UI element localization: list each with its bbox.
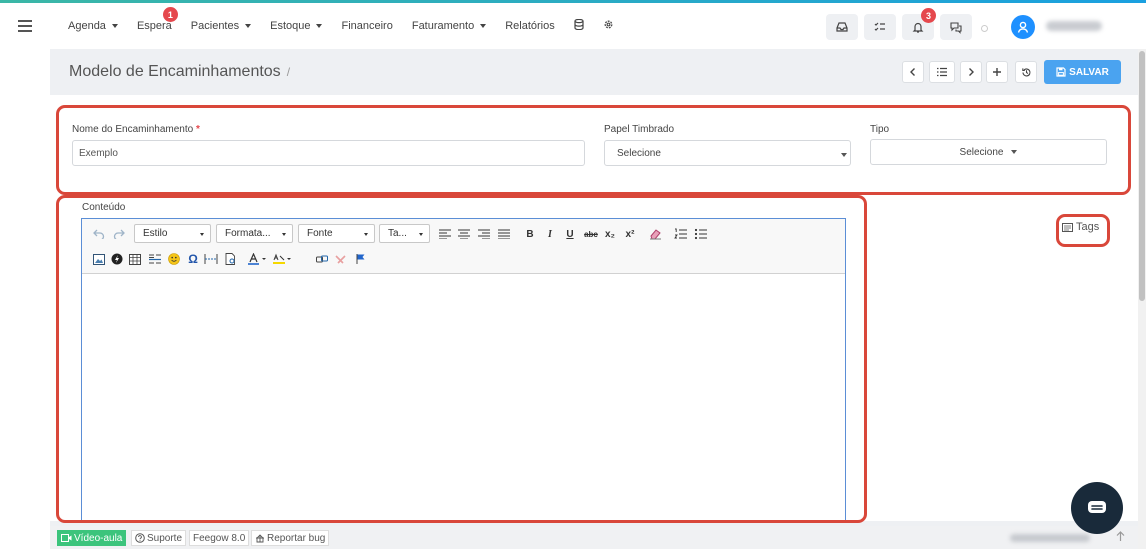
chat-message-icon	[1088, 501, 1106, 513]
menu-relatorios[interactable]: Relatórios	[505, 20, 555, 32]
floppy-disk-icon	[1056, 67, 1066, 77]
video-camera-icon	[61, 534, 72, 542]
video-tutorial-button[interactable]: Vídeo-aula	[57, 530, 127, 546]
user-name-blurred	[1046, 21, 1102, 31]
list-button[interactable]	[929, 61, 955, 83]
page-title-text: Modelo de Encaminhamentos	[69, 63, 281, 80]
main-menu: Agenda Espera 1 Pacientes Estoque Finance…	[68, 3, 633, 49]
menu-agenda-label: Agenda	[68, 20, 106, 32]
breadcrumb-separator: /	[286, 65, 291, 79]
list-icon	[937, 67, 947, 77]
bug-icon	[256, 534, 264, 543]
save-button-label: SALVAR	[1069, 66, 1109, 78]
support-button[interactable]: Suporte	[131, 530, 187, 546]
help-circle-icon	[135, 533, 145, 543]
plus-icon	[993, 68, 1001, 76]
settings-gear-icon[interactable]	[603, 19, 614, 33]
user-icon	[1017, 21, 1029, 33]
chevron-down-icon	[316, 24, 323, 29]
video-tutorial-label: Vídeo-aula	[74, 532, 123, 544]
footer-info-blurred	[1010, 534, 1090, 542]
add-button[interactable]	[986, 61, 1008, 83]
chevron-down-icon	[480, 24, 487, 29]
save-button[interactable]: SALVAR	[1044, 60, 1121, 84]
status-dot	[981, 25, 988, 32]
hamburger-menu-icon[interactable]	[18, 20, 32, 32]
highlight-content-editor	[56, 195, 867, 523]
support-label: Suporte	[147, 532, 183, 544]
left-sidebar	[0, 49, 50, 549]
bell-icon	[912, 22, 924, 33]
report-bug-button[interactable]: Reportar bug	[251, 530, 330, 546]
checklist-icon	[874, 22, 885, 31]
history-button[interactable]	[1015, 61, 1037, 83]
chevron-down-icon	[245, 24, 252, 29]
chevron-left-icon	[910, 68, 915, 76]
inbox-icon	[836, 22, 848, 32]
version-label: Feegow 8.0	[189, 530, 250, 546]
page-scrollbar[interactable]	[1138, 49, 1146, 549]
history-icon	[1021, 67, 1030, 76]
menu-pacientes-label: Pacientes	[190, 20, 240, 32]
previous-button[interactable]	[902, 61, 924, 83]
espera-count-badge: 1	[162, 7, 178, 22]
page-title: Modelo de Encaminhamentos /	[69, 63, 290, 81]
chat-button[interactable]	[940, 14, 972, 40]
menu-espera[interactable]: Espera 1	[136, 7, 178, 32]
menu-financeiro[interactable]: Financeiro	[341, 20, 392, 32]
menu-pacientes[interactable]: Pacientes	[190, 20, 252, 32]
chat-bubbles-icon	[950, 22, 962, 34]
menu-estoque[interactable]: Estoque	[270, 20, 323, 32]
chevron-right-icon	[969, 68, 974, 76]
highlight-tags-button	[1056, 214, 1110, 247]
tasks-button[interactable]	[864, 14, 896, 40]
inbox-button[interactable]	[826, 14, 858, 40]
top-navbar: Agenda Espera 1 Pacientes Estoque Finance…	[0, 3, 1146, 49]
menu-faturamento[interactable]: Faturamento	[411, 20, 487, 32]
menu-relatorios-label: Relatórios	[505, 20, 555, 32]
highlight-form-fields	[56, 105, 1131, 195]
database-icon[interactable]	[574, 18, 584, 33]
chat-widget-button[interactable]	[1071, 482, 1123, 534]
scroll-top-arrow-icon[interactable]	[1116, 531, 1125, 545]
menu-financeiro-label: Financeiro	[341, 20, 393, 32]
menu-faturamento-label: Faturamento	[411, 20, 475, 32]
next-button[interactable]	[960, 61, 982, 83]
notifications-button[interactable]: 3	[902, 8, 936, 40]
menu-agenda[interactable]: Agenda	[68, 20, 118, 32]
menu-estoque-label: Estoque	[270, 20, 311, 32]
scrollbar-thumb[interactable]	[1139, 51, 1145, 301]
title-bar: Modelo de Encaminhamentos / SALVAR	[50, 49, 1138, 95]
user-avatar[interactable]	[1011, 15, 1035, 39]
menu-espera-label: Espera	[136, 20, 172, 32]
report-bug-label: Reportar bug	[267, 532, 326, 544]
notification-count-badge: 3	[921, 8, 936, 23]
chevron-down-icon	[111, 24, 118, 29]
footer-bar: Vídeo-aula Suporte Feegow 8.0 Reportar b…	[50, 526, 1138, 549]
